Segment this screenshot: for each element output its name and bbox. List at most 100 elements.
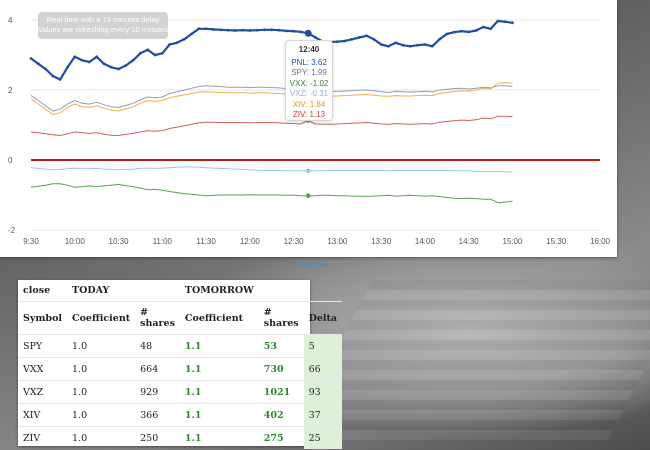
table-cell: 730 <box>258 357 304 381</box>
series-line-vxz <box>30 166 513 173</box>
series-point-pnl <box>335 40 339 44</box>
table-cell: 1.1 <box>179 357 259 381</box>
table-group-header: close <box>23 285 51 296</box>
series-point-pnl <box>416 43 420 47</box>
series-point-pnl <box>394 41 398 45</box>
table-cell: ZIV <box>18 426 68 449</box>
table-body: SPY 1.0 48 1.1 53 5 VXX 1.0 664 1.1 730 66 VXZ 1.0 929… <box>18 334 343 449</box>
series-point-pnl <box>401 43 405 47</box>
table-cell: 1.0 <box>67 380 136 404</box>
table-group-header <box>259 280 304 302</box>
series-point-pnl <box>131 58 135 62</box>
table-cell: VXX <box>18 357 68 381</box>
series-point-pnl <box>511 21 514 25</box>
series-point-pnl <box>87 60 91 64</box>
x-tick-label: 13:30 <box>371 237 392 246</box>
table-group-header <box>135 280 180 302</box>
table-cell: 1.0 <box>67 357 136 381</box>
table-cell: 1.0 <box>67 426 136 449</box>
series-point-pnl <box>357 36 361 39</box>
x-tick-label: 10:30 <box>109 237 130 246</box>
table-cell: 275 <box>258 426 304 449</box>
table-group-header: TOMORROW <box>184 285 254 296</box>
series-point-pnl <box>226 28 230 32</box>
series-point-pnl <box>190 32 193 36</box>
tooltip-rows: PNL: 3.62 SPY: 1.99 VXX: -1.02 VXZ: -0.31 XI… <box>286 58 332 121</box>
table-column-header: # shares <box>258 301 304 335</box>
table-column-header: Coefficient <box>67 301 136 335</box>
tooltip-row: XIV: 1.84 <box>292 99 326 109</box>
table-column-header: Symbol <box>18 301 68 335</box>
table-cell: 1.1 <box>179 403 259 427</box>
series-point-pnl <box>66 65 69 69</box>
table-cell: 48 <box>135 334 180 358</box>
hover-marker-vxx <box>305 193 311 198</box>
series-point-pnl <box>263 28 266 32</box>
table-cell: 1.1 <box>179 334 259 358</box>
series-point-pnl <box>160 51 164 55</box>
table-column-header: Delta <box>303 301 343 335</box>
x-tick-label: 14:30 <box>459 237 480 246</box>
rebalance-table: close TODAY TOMORROW Symbol Coefficient # sh… <box>18 280 343 449</box>
table-row: VXZ 1.0 929 1.1 1021 93 <box>18 380 343 404</box>
refresh-notice: Real-time with a 15 minutes delay Values… <box>38 12 168 39</box>
series-point-pnl <box>153 53 157 57</box>
table-cell: 366 <box>135 403 180 427</box>
table-row: ZIV 1.0 250 1.1 275 25 <box>18 426 343 449</box>
series-point-pnl <box>255 28 259 32</box>
series-point-pnl <box>124 64 128 67</box>
series-point-pnl <box>73 55 77 59</box>
series-point-pnl <box>423 43 427 46</box>
y-tick-label: 2 <box>8 86 13 95</box>
series-line-vxx <box>30 183 513 204</box>
series-point-pnl <box>438 37 441 41</box>
table-cell: 1.0 <box>67 334 136 358</box>
table-group-header <box>304 280 342 302</box>
table-column-header: Coefficient <box>179 301 259 335</box>
series-point-pnl <box>182 37 186 41</box>
y-tick-label: -2 <box>8 226 16 235</box>
series-point-pnl <box>44 67 47 71</box>
series-point-pnl <box>299 30 303 34</box>
x-tick-label: 11:00 <box>153 237 173 246</box>
table-cell: 1.1 <box>179 426 259 449</box>
refresh-notice-line-1: Real-time with a 15 minutes delay <box>46 15 160 24</box>
series-point-pnl <box>408 44 412 48</box>
series-point-pnl <box>489 27 492 31</box>
tooltip-row: VXZ: -0.31 <box>289 89 329 98</box>
carousel-indicator[interactable] <box>296 264 329 266</box>
hover-marker-vxz <box>305 168 311 174</box>
series-point-pnl <box>211 28 215 31</box>
table-cell: VXZ <box>18 380 68 404</box>
x-tick-label: 12:00 <box>240 237 261 246</box>
table-cell: 1.1 <box>179 380 259 404</box>
series-point-pnl <box>467 30 471 34</box>
table-cell: 66 <box>303 357 343 381</box>
series-point-pnl <box>139 51 142 55</box>
x-tick-label: 14:00 <box>415 237 436 246</box>
chart-tooltip: 12:40 PNL: 3.62 SPY: 1.99 VXX: -1.02 VXZ: -… <box>285 40 333 121</box>
table-cell: 53 <box>258 334 304 358</box>
table-cell: 5 <box>303 334 343 358</box>
tooltip-time: 12:40 <box>298 45 320 54</box>
series-point-pnl <box>117 67 120 71</box>
series-point-pnl <box>277 28 281 32</box>
series-point-pnl <box>474 29 478 32</box>
series-point-pnl <box>314 36 317 39</box>
hover-marker-pnl <box>304 29 312 37</box>
table-cell: 1.0 <box>67 403 136 427</box>
tooltip-row: VXX: -1.02 <box>289 78 329 88</box>
series-point-pnl <box>219 28 223 32</box>
series-point-pnl <box>365 34 368 38</box>
table-group-header: TODAY <box>72 285 110 296</box>
x-tick-label: 15:00 <box>502 237 523 246</box>
tooltip-row: ZIV: 1.13 <box>292 110 326 119</box>
x-tick-label: 13:00 <box>327 237 348 246</box>
table-cell: 929 <box>135 380 180 404</box>
series-point-pnl <box>95 55 99 59</box>
table-cell: 37 <box>303 403 343 427</box>
series-point-pnl <box>481 25 485 29</box>
table-cell: 402 <box>258 403 304 427</box>
x-tick-label: 16:00 <box>590 237 611 246</box>
series-point-pnl <box>109 65 113 69</box>
